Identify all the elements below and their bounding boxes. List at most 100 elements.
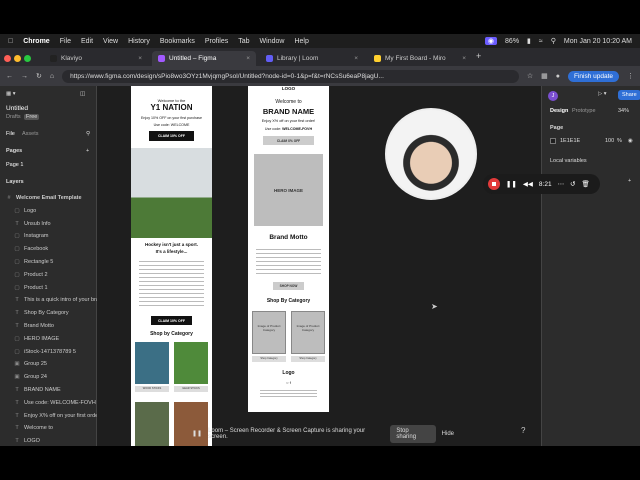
frame1-claim-button-2[interactable]: CLAIM 10% OFF bbox=[151, 316, 192, 325]
close-window-icon[interactable] bbox=[4, 55, 11, 62]
menu-file[interactable]: File bbox=[60, 38, 71, 45]
menu-history[interactable]: History bbox=[128, 38, 150, 45]
product-2-shop-button[interactable]: Shop Category bbox=[291, 356, 325, 362]
trash-icon[interactable]: 🗑 bbox=[582, 180, 590, 188]
menu-profiles[interactable]: Profiles bbox=[205, 38, 228, 45]
loom-camera-bubble[interactable] bbox=[385, 108, 477, 200]
menu-bookmarks[interactable]: Bookmarks bbox=[160, 38, 195, 45]
present-icon[interactable]: ▷ ▾ bbox=[598, 91, 607, 97]
search-icon[interactable]: ⚲ bbox=[551, 37, 556, 45]
layer-item[interactable]: T Brand Motto bbox=[14, 323, 54, 329]
new-tab-icon[interactable]: + bbox=[476, 51, 481, 66]
tab-prototype[interactable]: Prototype bbox=[572, 108, 596, 114]
loom-status-icon[interactable]: ◉ bbox=[484, 37, 498, 45]
layer-item[interactable]: ▢ Product 1 bbox=[14, 285, 47, 291]
close-tab-icon[interactable]: × bbox=[246, 55, 250, 62]
menu-view[interactable]: View bbox=[103, 38, 118, 45]
eye-icon[interactable]: ◉ bbox=[628, 138, 633, 144]
layer-item[interactable]: ▢ Facebook bbox=[14, 246, 48, 252]
layer-item[interactable]: ▣ Group 25 bbox=[14, 361, 47, 367]
close-tab-icon[interactable]: × bbox=[354, 55, 358, 62]
star-icon[interactable]: ☆ bbox=[527, 72, 533, 80]
close-tab-icon[interactable]: × bbox=[462, 55, 466, 62]
frame2-claim-button[interactable]: CLAIM X% OFF bbox=[263, 136, 314, 145]
pause-icon[interactable]: ❚❚ bbox=[506, 180, 517, 188]
menu-edit[interactable]: Edit bbox=[81, 38, 93, 45]
tab-figma[interactable]: Untitled – Figma × bbox=[152, 51, 256, 66]
layer-item[interactable]: ▢ Logo bbox=[14, 208, 36, 214]
menubar-app-name[interactable]: Chrome bbox=[23, 38, 49, 45]
share-button[interactable]: Share bbox=[618, 90, 640, 100]
home-icon[interactable]: ⌂ bbox=[50, 73, 54, 80]
close-tab-icon[interactable]: × bbox=[138, 55, 142, 62]
add-style-icon[interactable]: + bbox=[628, 178, 631, 184]
maximize-window-icon[interactable] bbox=[24, 55, 31, 62]
apple-icon[interactable]:  bbox=[8, 38, 13, 45]
local-variables-label[interactable]: Local variables bbox=[550, 158, 587, 164]
tab-klaviyo[interactable]: Klaviyo × bbox=[44, 51, 148, 66]
wifi-icon[interactable]: ≈ bbox=[539, 38, 543, 45]
battery-icon[interactable]: ▮ bbox=[527, 37, 531, 45]
search-layers-icon[interactable]: ⚲ bbox=[86, 131, 90, 137]
layer-item[interactable]: ▢ HERO IMAGE bbox=[14, 336, 59, 342]
cat2-label[interactable]: GEAR STICKS bbox=[174, 386, 208, 392]
menu-window[interactable]: Window bbox=[260, 38, 285, 45]
minimize-window-icon[interactable] bbox=[14, 55, 21, 62]
layer-item[interactable]: T This is a quick intro of your brand bbox=[14, 297, 105, 303]
layer-item[interactable]: # Welcome Email Template bbox=[6, 195, 81, 201]
frame-y1-nation-email[interactable]: Welcome to the Y1 NATION Enjoy 10% OFF o… bbox=[131, 86, 212, 446]
layer-item[interactable]: T Enjoy X% off on your first order! bbox=[14, 413, 101, 419]
finish-update-button[interactable]: Finish update bbox=[567, 70, 619, 82]
tab-design[interactable]: Design bbox=[550, 108, 568, 114]
user-avatar[interactable]: J bbox=[548, 91, 558, 101]
stop-sharing-button[interactable]: Stop sharing bbox=[390, 424, 436, 443]
frame2-shop-now-button[interactable]: SHOP NOW bbox=[273, 282, 304, 290]
instagram-icon[interactable]: ○ bbox=[286, 380, 288, 385]
hide-button[interactable]: Hide bbox=[442, 431, 454, 437]
file-name[interactable]: Untitled bbox=[6, 105, 28, 112]
forward-icon[interactable]: → bbox=[21, 73, 28, 80]
layer-item[interactable]: T Shop By Category bbox=[14, 310, 68, 316]
layer-item[interactable]: T Use code: WELCOME-FOVH bbox=[14, 400, 96, 406]
layer-item[interactable]: ▣ Group 24 bbox=[14, 374, 47, 380]
page-item-1[interactable]: Page 1 bbox=[6, 162, 23, 168]
tab-assets[interactable]: Assets bbox=[22, 131, 39, 137]
zoom-level[interactable]: 34% bbox=[618, 108, 629, 114]
tab-file[interactable]: File bbox=[6, 131, 15, 137]
cat1-label[interactable]: WOOD STICKS bbox=[135, 386, 169, 392]
product-1-shop-button[interactable]: Shop Category bbox=[252, 356, 286, 362]
rewind-icon[interactable]: ◀◀ bbox=[523, 180, 533, 188]
menu-tab[interactable]: Tab bbox=[238, 38, 249, 45]
restart-icon[interactable]: ↺ bbox=[570, 180, 575, 188]
menu-help[interactable]: Help bbox=[294, 38, 308, 45]
tab-miro[interactable]: My First Board - Miro × bbox=[368, 51, 472, 66]
profile-icon[interactable]: ● bbox=[556, 73, 560, 80]
layer-item[interactable]: ▢ Instagram bbox=[14, 233, 48, 239]
help-icon[interactable]: ? bbox=[521, 426, 525, 435]
layer-item[interactable]: T Welcome to bbox=[14, 425, 53, 431]
layer-item[interactable]: ▢ iStock-1471378789 5 bbox=[14, 349, 76, 355]
frame-welcome-email-template[interactable]: LOGO Welcome to BRAND NAME Enjoy X% off … bbox=[248, 86, 329, 412]
page-color-swatch[interactable] bbox=[550, 138, 556, 144]
figma-menu-icon[interactable]: ▦ ▾ bbox=[6, 91, 16, 97]
facebook-icon[interactable]: f bbox=[290, 380, 291, 385]
datetime[interactable]: Mon Jan 20 10:20 AM bbox=[564, 38, 632, 45]
grid-icon[interactable]: ⋯ bbox=[558, 180, 565, 188]
back-icon[interactable]: ← bbox=[6, 73, 13, 80]
url-input[interactable]: https://www.figma.com/design/sPio8wo3OYz… bbox=[62, 69, 519, 83]
layer-item[interactable]: T BRAND NAME bbox=[14, 387, 60, 393]
page-color-hex[interactable]: 1E1E1E bbox=[560, 138, 580, 144]
layer-item[interactable]: T LOGO bbox=[14, 438, 40, 444]
extensions-icon[interactable]: ▦ bbox=[541, 72, 548, 80]
tab-loom[interactable]: Library | Loom × bbox=[260, 51, 364, 66]
layer-item[interactable]: T Unsub Info bbox=[14, 221, 50, 227]
reload-icon[interactable]: ↻ bbox=[36, 72, 42, 80]
layer-item[interactable]: ▢ Rectangle 5 bbox=[14, 259, 53, 265]
sidebar-toggle-icon[interactable]: ◫ bbox=[80, 91, 85, 97]
drafts-label[interactable]: Drafts bbox=[6, 114, 21, 120]
layer-item[interactable]: ▢ Product 2 bbox=[14, 272, 47, 278]
add-page-icon[interactable]: + bbox=[86, 148, 89, 154]
frame1-claim-button[interactable]: CLAIM 10% OFF bbox=[149, 131, 194, 141]
more-icon[interactable]: ⋮ bbox=[627, 72, 634, 80]
stop-recording-icon[interactable] bbox=[488, 178, 500, 190]
